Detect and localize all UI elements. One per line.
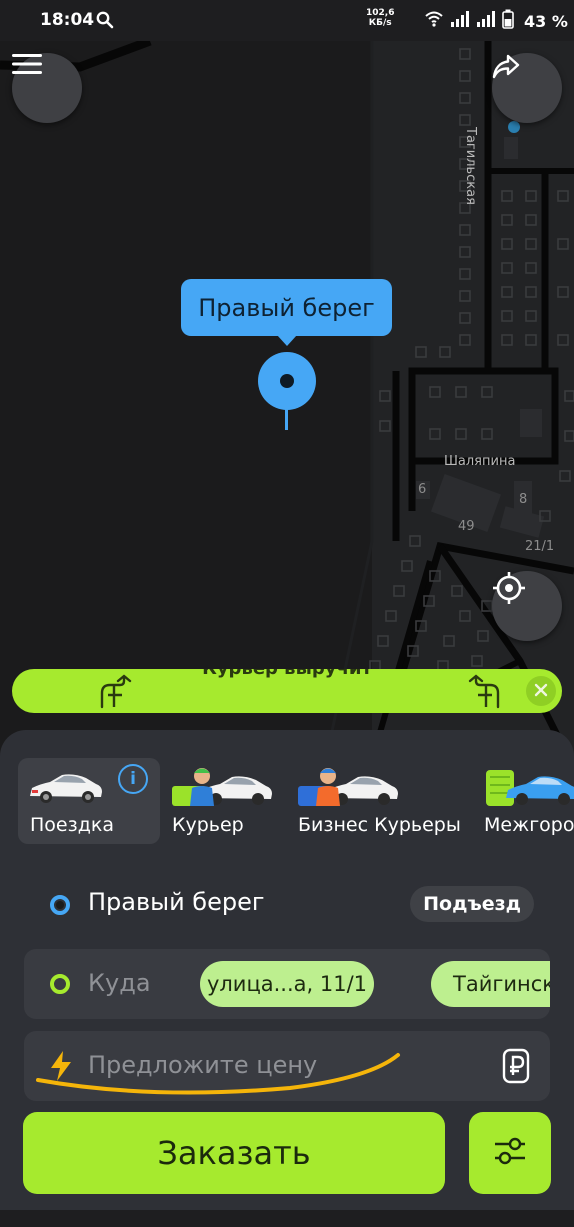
sliders-icon [493,1134,527,1172]
locate-button[interactable] [492,571,562,641]
destination-placeholder: Куда [88,969,151,997]
category-intercity[interactable]: Межгород [472,758,574,844]
business-courier-icon [296,764,400,812]
pickup-pin[interactable] [258,352,316,410]
annotation-underline [36,1053,400,1095]
car-icon [26,766,106,810]
entrance-button[interactable]: Подъезд [410,886,534,922]
category-label: Курьер [172,814,244,836]
category-business-couriers[interactable]: Бизнес Курьеры [286,758,472,844]
courier-banner[interactable]: Курьер выручит [12,669,562,713]
street-label-shalyapina: Шаляпина [444,454,516,469]
signal-icon [476,10,496,32]
sheet-stand-icon [468,673,502,713]
house-number: 6 [418,482,427,497]
sheet-stand-icon [98,673,132,713]
close-icon [534,682,548,701]
pickup-row[interactable]: Правый берег Подъезд [24,882,550,928]
pickup-address: Правый берег [88,888,265,916]
banner-close-button[interactable] [526,676,556,706]
category-ride[interactable]: i Поездка [18,758,160,844]
order-button[interactable]: Заказать [23,1112,445,1194]
battery-icon [502,9,514,33]
house-number: 8 [519,492,528,507]
pin-stick [285,408,288,430]
status-bar: 18:04 102,6 КБ/s 43 % [0,0,574,41]
category-courier[interactable]: Курьер [160,758,286,844]
destination-field[interactable]: Куда улица...а, 11/1 Тайгинская [24,949,550,1019]
street-label-tagilskaya: Тагильская [463,127,478,205]
pickup-dot-icon [50,895,70,915]
pickup-pin-label: Правый берег [181,279,392,346]
category-label: Бизнес Курьеры [298,814,461,836]
intercity-car-icon [484,764,574,812]
info-icon[interactable]: i [118,764,148,794]
pin-center [280,374,294,388]
house-number: 21/1 [525,539,555,554]
category-label: Поездка [30,814,114,836]
ruble-icon[interactable] [502,1048,530,1088]
system-nav-bar [0,1210,574,1227]
battery-level: 43 % [524,11,568,31]
options-button[interactable] [469,1112,551,1194]
destination-suggestion-chip[interactable]: Тайгинская [431,961,550,1007]
app-screen: 18:04 102,6 КБ/s 43 % Тагильская Шаляпин… [0,0,574,1227]
courier-car-icon [170,764,274,812]
share-button[interactable] [492,53,562,123]
search-icon [96,11,114,33]
house-number: 49 [458,519,475,534]
destination-dot-icon [50,974,70,994]
status-icons: 43 % [424,9,568,33]
category-selector: i Поездка Курьер Бизнес Курьеры Межгоро [0,758,574,846]
category-label: Межгород [484,814,574,836]
status-time: 18:04 [40,10,95,30]
wifi-icon [424,10,444,32]
destination-suggestion-chip[interactable]: улица...а, 11/1 [200,961,374,1007]
menu-button[interactable] [12,53,82,123]
signal-icon [450,10,470,32]
network-speed: 102,6 КБ/s [366,8,395,28]
